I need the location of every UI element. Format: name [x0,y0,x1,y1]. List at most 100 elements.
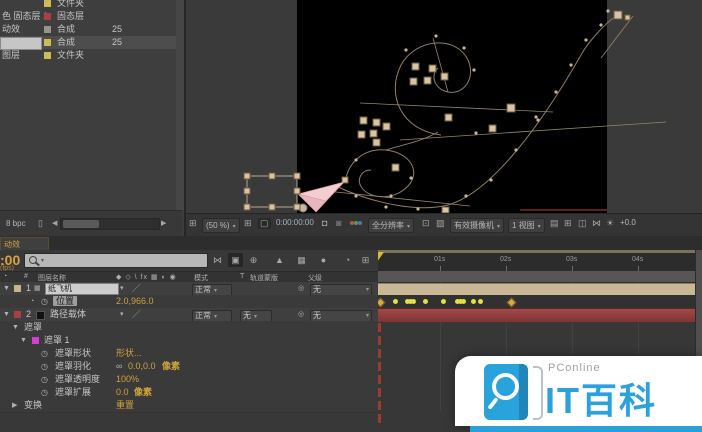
bpc-label[interactable]: 8 bpc [6,219,26,228]
pixel-aspect-icon[interactable]: ▤ [550,218,559,229]
keyframe-dot[interactable] [393,299,398,304]
property-value[interactable]: 形状... [116,347,142,360]
project-vscrollbar[interactable] [176,0,184,210]
layer-color-swatch[interactable] [14,285,21,292]
work-area-bar[interactable] [378,271,695,283]
caret-icon[interactable]: ▾ [120,308,124,321]
project-row[interactable]: 动效 合成 25 [0,23,176,36]
frame-blend-icon[interactable]: ▲ [272,253,287,267]
mode-dropdown[interactable]: 正常▾ [192,284,232,296]
project-row[interactable]: 色 固态层 1 固态层 [0,10,176,23]
motion-blur-icon[interactable]: ▦ [294,253,309,267]
hide-shy-icon[interactable]: ⊕ [246,253,261,267]
keyframe-dot[interactable] [441,299,446,304]
channels-icon[interactable] [350,218,362,227]
keyframe-diamond[interactable] [507,298,517,308]
keyframe-dot[interactable] [478,299,483,304]
brainstorm-icon[interactable]: ● [316,253,331,267]
region-of-interest-icon[interactable]: ⊡ [422,218,430,229]
position-keyframes-row[interactable] [378,295,695,308]
parent-dropdown[interactable]: 无▾ [310,310,372,322]
timeline-tab[interactable]: 动效 [0,237,49,251]
keyframe-dot[interactable] [411,299,416,304]
keyframe-dot[interactable] [471,299,476,304]
quality-icon[interactable]: ／ [132,308,141,321]
index-header[interactable]: # [24,273,28,280]
property-value[interactable]: 0.0,0.0 [128,360,156,373]
project-row-selected[interactable]: 合成 25 [0,36,176,49]
property-value[interactable]: 0.0 [116,386,129,399]
graph-editor-icon[interactable]: ◔ [340,253,355,267]
property-row-position[interactable]: ◔ ◷ 位置 2.0,966.0 [0,295,378,309]
magnification-dropdown[interactable]: (50 %)▾ [202,218,240,233]
scroll-thumb[interactable] [63,220,99,228]
property-name[interactable]: 遮罩透明度 [55,373,100,386]
viewer-timecode[interactable]: 0:00:00:00 [276,218,314,227]
layer-row-1[interactable]: ▼ 1 ▦ 纸飞机 ▾ ／ 正常▾ ◎ 无▾ [0,282,378,296]
playhead-handle[interactable] [378,252,384,269]
property-row-mask-opacity[interactable]: ◷ 遮罩透明度 100% [0,373,378,387]
mask-color-swatch[interactable] [32,337,39,344]
pickwhip-icon[interactable]: ◎ [298,308,304,321]
project-row[interactable]: 文件夹 [0,0,176,10]
property-name[interactable]: 遮罩扩展 [55,386,91,399]
layer-name-edit[interactable]: 纸飞机 [45,283,119,295]
group-row-mask1[interactable]: ▼ 遮罩 1 [0,334,378,348]
keyframe-diamond[interactable] [378,298,385,308]
exposure-value[interactable]: +0.0 [620,218,636,227]
twirl-down-icon[interactable]: ▼ [3,282,10,295]
stopwatch-icon[interactable]: ◷ [41,373,48,386]
group-name[interactable]: 变换 [24,399,42,412]
trash-icon[interactable]: ▯ [38,218,43,229]
snapshot-camera-icon[interactable]: ◘ [322,218,327,228]
layer-name[interactable]: 路径载体 [50,308,86,321]
scroll-right-icon[interactable]: ▶ [161,219,166,227]
property-name[interactable]: 遮罩羽化 [55,360,91,373]
property-row-mask-expansion[interactable]: ◷ 遮罩扩展 0.0 像素 [0,386,378,400]
group-name[interactable]: 遮罩 1 [44,334,70,347]
stopwatch-icon[interactable]: ◷ [41,360,48,373]
view-layout-dropdown[interactable]: 1 视图▾ [508,218,545,233]
keyframe-toggle-icon[interactable]: ◔ [30,295,34,308]
pickwhip-icon[interactable]: ◎ [298,282,304,295]
layer-row-2[interactable]: ▼ 2 路径载体 ▾ ／ 正常▾ 无▾ ◎ 无▾ [0,308,378,322]
reset-link[interactable]: 重置 [116,399,134,412]
quality-icon[interactable]: ／ [132,282,141,295]
timeline-btn-icon[interactable]: ◫ [578,218,587,229]
roi-icon[interactable]: ▢ [258,218,271,229]
stopwatch-icon[interactable]: ◷ [41,386,48,399]
search-input[interactable]: ▾ [24,253,208,268]
project-hscrollbar[interactable] [60,218,160,230]
motion-path[interactable] [336,14,619,208]
time-ruler[interactable]: 01s 02s 03s 04s [378,253,695,272]
safe-margins-icon[interactable]: ⊞ [244,218,252,229]
twirl-down-icon[interactable]: ▼ [20,334,27,347]
group-row-masks[interactable]: ▼ 遮罩 [0,321,378,335]
layer2-duration-bar[interactable] [378,308,695,322]
comp-button-icon[interactable]: ⊞ [358,253,373,267]
flowchart-icon[interactable]: ⋈ [592,218,601,229]
resolution-dropdown[interactable]: 全分辨率▾ [368,218,414,233]
always-preview-icon[interactable]: ⊞ [189,218,197,229]
paper-airplane[interactable] [298,182,344,212]
parent-dropdown[interactable]: 无▾ [310,284,372,296]
mini-flowchart-icon[interactable]: ⋈ [210,253,225,267]
project-row[interactable]: 图层 文件夹 [0,49,176,62]
stopwatch-icon[interactable]: ◷ [41,347,48,360]
link-dimensions-icon[interactable]: ∞ [116,360,122,373]
scroll-left-icon[interactable]: ◀ [52,219,57,227]
keyframe-dot[interactable] [423,299,428,304]
fast-preview-icon[interactable]: ⊞ [564,218,572,229]
group-row-transform[interactable]: ▶ 变换 重置 [0,399,378,413]
camera-dropdown[interactable]: 有效摄像机▾ [450,218,504,233]
mode-dropdown[interactable]: 正常▾ [192,310,232,322]
trkmat-t-header[interactable]: T [240,273,244,280]
stopwatch-icon[interactable]: ◷ [41,295,48,308]
switches-header[interactable]: ◆ ◇ \ fx ▦ ◐ ◉ [116,273,177,281]
group-name[interactable]: 遮罩 [24,321,42,334]
twirl-down-icon[interactable]: ▼ [12,321,19,334]
draft3d-icon[interactable]: ▣ [228,253,243,267]
trkmat-dropdown[interactable]: 无▾ [240,310,272,322]
show-snapshot-icon[interactable]: ◙ [336,218,341,228]
property-name-selected[interactable]: 位置 [53,296,77,306]
